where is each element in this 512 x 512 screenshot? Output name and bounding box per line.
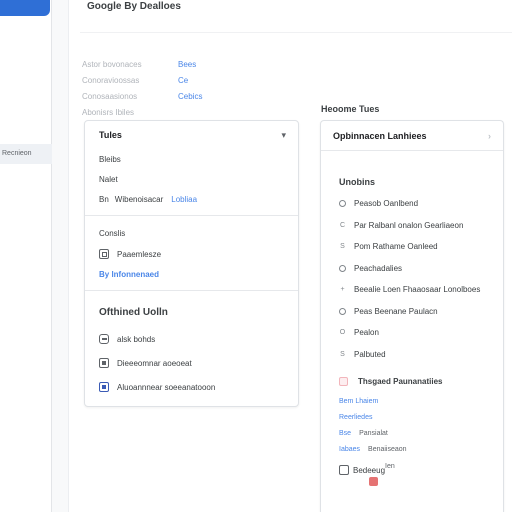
link-row: Iabaes Benaiiseaon — [339, 441, 503, 457]
list-item[interactable]: alsk bohds — [85, 327, 298, 351]
link[interactable]: Reerliedes — [339, 414, 372, 421]
list-item-label: Aluoannnear soeeanatooon — [117, 382, 216, 392]
chevron-down-icon[interactable]: ▾ — [281, 130, 286, 141]
sidebar-accent-bar — [0, 0, 50, 16]
options-panel-title: Opbinnacen Lanhiees — [333, 130, 427, 141]
list-item: Bn Wibenoisacar Lobliaa — [85, 189, 298, 209]
image-icon — [339, 465, 349, 475]
options-panel: Opbinnacen Lanhiees › Unobins Peasob Oan… — [320, 120, 504, 512]
option-glyph-icon: S — [340, 350, 345, 358]
checkbox-row[interactable]: Thsgaed Paunanatiies — [321, 369, 503, 393]
footer-item[interactable]: Bedeeug — [339, 465, 386, 486]
metadata-row: Astor bovonaces Bees — [82, 56, 282, 72]
save-icon — [99, 382, 109, 392]
metadata-list: Astor bovonaces Bees Conoravioossas Ce C… — [82, 56, 282, 120]
checkbox-label: Thsgaed Paunanatiies — [358, 376, 443, 386]
divider — [85, 215, 298, 216]
footer-label: Bedeeug — [353, 465, 386, 475]
list-item[interactable]: Nalet — [85, 169, 298, 189]
section-link[interactable]: By lnfonnenaed — [85, 264, 298, 284]
option-item[interactable]: O Pealon — [321, 322, 503, 344]
link[interactable]: Bse — [339, 430, 351, 437]
metadata-key: Conosaasionos — [82, 91, 138, 101]
radio-icon[interactable] — [339, 200, 346, 208]
metadata-key: Astor bovonaces — [82, 59, 142, 69]
metadata-key: Conoravioossas — [82, 75, 140, 85]
option-label: Palbuted — [354, 349, 386, 359]
metadata-row: Conoravioossas Ce — [82, 72, 282, 88]
list-item[interactable]: Dieeeomnar aoeoeat — [85, 351, 298, 375]
footer-note: Ien — [385, 463, 395, 470]
option-item[interactable]: S Pom Rathame Oanleed — [321, 236, 503, 258]
list-item-label: Wibenoisacar — [114, 194, 164, 204]
option-item[interactable]: C Par Ralbanl onalon Gearliaeon — [321, 215, 503, 237]
section-title: Conslis — [99, 228, 126, 238]
option-glyph-icon: + — [340, 286, 345, 294]
metadata-value-link[interactable]: Cebics — [178, 92, 202, 101]
left-sidebar: Recnieon — [0, 0, 52, 512]
link[interactable]: Iabaes — [339, 446, 360, 453]
option-glyph-icon: C — [339, 221, 346, 229]
radio-icon[interactable] — [339, 264, 346, 272]
option-label: Peasob Oanlbend — [354, 199, 419, 209]
alert-badge-icon — [369, 477, 378, 486]
option-label: Peas Beenane Paulacn — [354, 306, 438, 316]
option-item[interactable]: Peachadalies — [321, 258, 503, 280]
list-item[interactable]: Bleibs — [85, 149, 298, 169]
list-item-link[interactable]: Lobliaa — [171, 195, 197, 204]
link-row: Bse Pansialat — [339, 425, 503, 441]
link-description: Pansialat — [359, 429, 388, 437]
list-item-label: alsk bohds — [117, 334, 156, 344]
chevron-icon[interactable]: › — [488, 131, 491, 141]
option-glyph-icon: S — [340, 243, 345, 251]
option-item[interactable]: Peasob Oanlbend — [321, 193, 503, 215]
link-row: Reerliedes — [339, 409, 503, 425]
radio-icon[interactable] — [339, 307, 346, 315]
panel-label: Heoome Tues — [321, 104, 380, 114]
list-item-label: Paaemlesze — [117, 249, 162, 259]
option-item[interactable]: Peas Beenane Paulacn — [321, 301, 503, 323]
link-row: Bem Lhaiem — [339, 393, 503, 409]
option-label: Pealon — [354, 328, 379, 338]
tools-card-header[interactable]: Tules ▾ — [85, 121, 298, 149]
metadata-key: Abonisrs Ibiles — [82, 107, 135, 117]
metadata-row: Abonisrs Ibiles — [82, 104, 282, 120]
link-description: Benaiiseaon — [368, 445, 407, 453]
option-glyph-icon: O — [339, 329, 346, 337]
gallery-icon — [99, 249, 109, 259]
document-icon — [99, 358, 109, 368]
overlay-icon — [99, 334, 109, 344]
metadata-value-link[interactable]: Ce — [178, 76, 188, 85]
sidebar-item-selected[interactable]: Recnieon — [0, 144, 52, 164]
link[interactable]: Bem Lhaiem — [339, 398, 378, 405]
list-item[interactable]: Paaemlesze — [85, 244, 298, 264]
metadata-row: Conosaasionos Cebics — [82, 88, 282, 104]
link-list: Bem Lhaiem Reerliedes Bse Pansialat Iaba… — [321, 393, 503, 457]
section-title: Ofthined Uolln — [99, 306, 168, 318]
list-item[interactable]: Aluoannnear soeeanatooon — [85, 375, 298, 399]
metadata-value-link[interactable]: Bees — [178, 60, 196, 69]
option-label: Beealie Loen Fhaaosaar Lonolboes — [354, 285, 481, 295]
checkbox[interactable] — [339, 376, 348, 386]
option-label: Pom Rathame Oanleed — [354, 242, 438, 252]
list-item-prefix: Bn — [99, 194, 109, 204]
tools-card: Tules ▾ Bleibs Nalet Bn Wibenoisacar Lob… — [84, 120, 299, 407]
option-item[interactable]: + Beealie Loen Fhaaosaar Lonolboes — [321, 279, 503, 301]
options-panel-header[interactable]: Opbinnacen Lanhiees › — [321, 121, 503, 151]
tools-card-title: Tules — [99, 130, 122, 140]
option-label: Peachadalies — [354, 263, 403, 273]
header-divider — [80, 32, 512, 33]
list-item-label: Dieeeomnar aoeoeat — [117, 358, 192, 368]
page-title: Google By Dealloes — [87, 1, 181, 12]
section-title: Unobins — [339, 177, 375, 187]
divider — [85, 290, 298, 291]
option-label: Par Ralbanl onalon Gearliaeon — [354, 220, 464, 230]
option-item[interactable]: S Palbuted — [321, 344, 503, 366]
